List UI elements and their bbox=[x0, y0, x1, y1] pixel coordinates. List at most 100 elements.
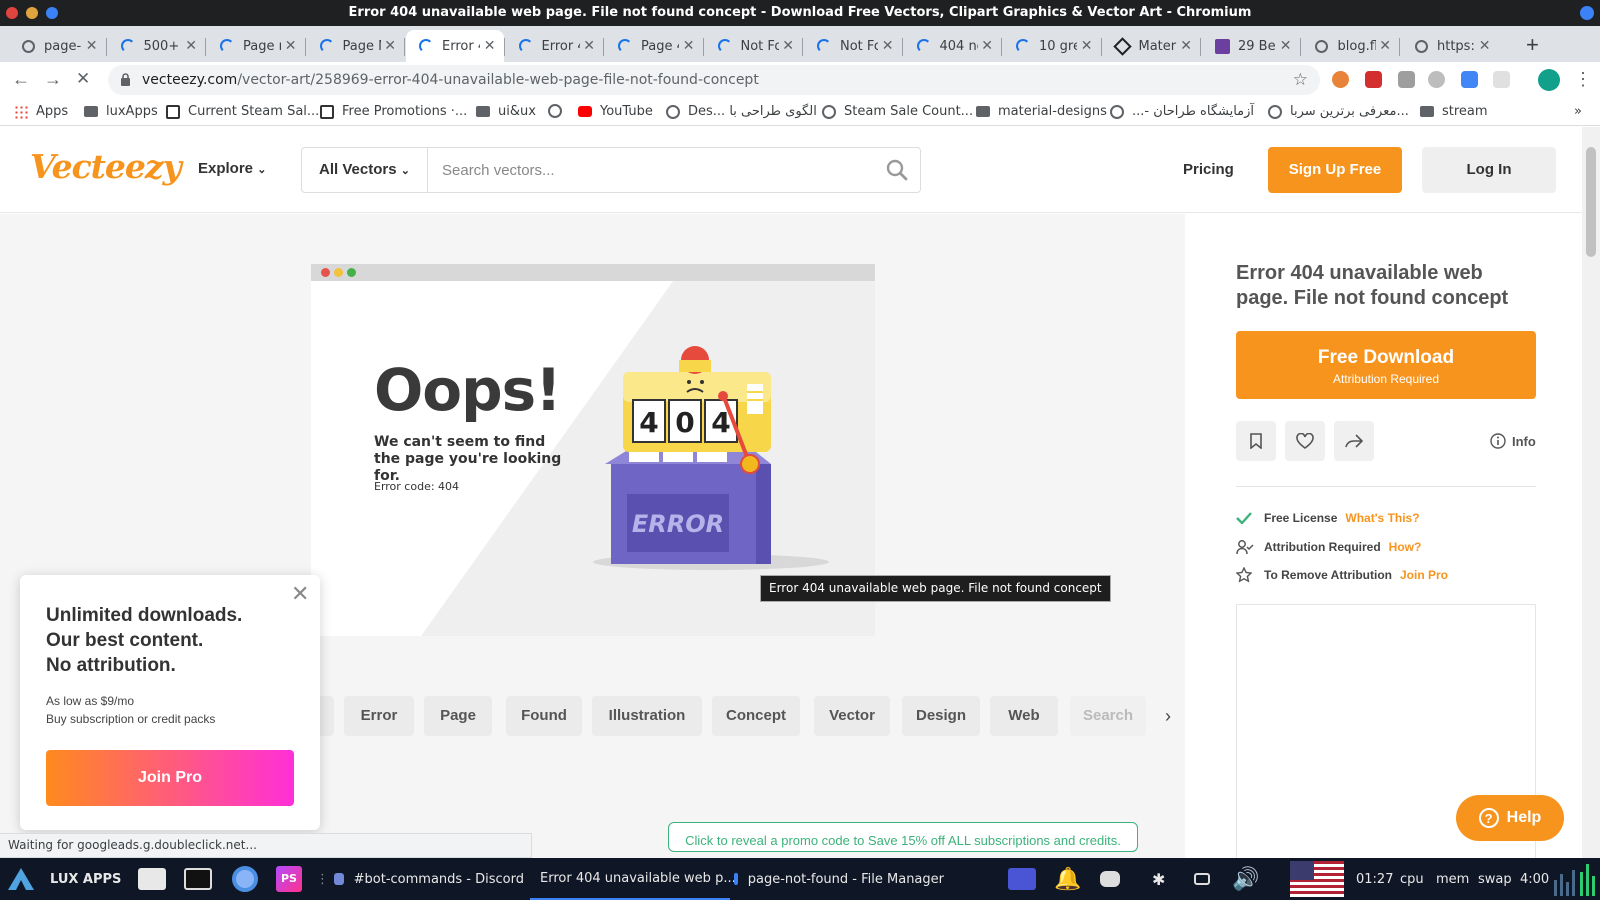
phpstorm-icon[interactable]: PS bbox=[276, 858, 302, 900]
bookmark-item[interactable]: Des... الگوی طراحی با bbox=[666, 104, 817, 119]
bookmark-button[interactable] bbox=[1236, 421, 1276, 461]
close-tab-icon[interactable]: ✕ bbox=[882, 38, 894, 54]
tag-chip[interactable]: Error bbox=[344, 696, 414, 736]
browser-tab[interactable]: Mater ✕ bbox=[1103, 30, 1201, 62]
tag-chip[interactable]: Web bbox=[990, 696, 1058, 736]
workspace-icon[interactable] bbox=[1008, 858, 1036, 900]
close-tab-icon[interactable]: ✕ bbox=[981, 38, 993, 54]
promo-code-banner[interactable]: Click to reveal a promo code to Save 15%… bbox=[668, 822, 1138, 852]
browser-tab[interactable]: Not Fo ✕ bbox=[705, 30, 803, 62]
close-tab-icon[interactable]: ✕ bbox=[1280, 38, 1292, 54]
volume-icon[interactable]: 🔊 bbox=[1232, 858, 1259, 900]
browser-tab[interactable]: Error 4✕ bbox=[406, 30, 504, 62]
discord-tray-icon[interactable] bbox=[1100, 858, 1120, 900]
mem-meter[interactable]: mem bbox=[1436, 858, 1469, 900]
bookmark-item[interactable]: Current Steam Sal... bbox=[166, 104, 319, 119]
browser-tab[interactable]: https:/✕ bbox=[1401, 30, 1499, 62]
battery-time[interactable]: 4:00 bbox=[1520, 858, 1549, 900]
browser-tab[interactable]: blog.fl ✕ bbox=[1302, 30, 1400, 62]
url-text[interactable]: vecteezy.com/vector-art/258969-error-404… bbox=[142, 72, 759, 88]
bookmark-item[interactable]: material-designs bbox=[976, 104, 1107, 119]
join-pro-link[interactable]: Join Pro bbox=[1400, 568, 1448, 582]
taskbar-task[interactable]: page-not-found - File Manager bbox=[734, 858, 944, 900]
stop-loading-icon[interactable]: ✕ bbox=[76, 69, 90, 89]
search-icon[interactable] bbox=[886, 159, 908, 186]
lock-icon[interactable] bbox=[120, 73, 131, 91]
close-tab-icon[interactable]: ✕ bbox=[384, 38, 396, 54]
join-pro-button[interactable]: Join Pro bbox=[46, 750, 294, 806]
extension-icon[interactable] bbox=[1365, 71, 1382, 88]
more-bookmarks-icon[interactable]: » bbox=[1574, 104, 1582, 119]
launcher-button[interactable]: LUX APPS bbox=[6, 858, 121, 900]
bookmark-item[interactable]: ...- آزمایشگاه طراحان bbox=[1110, 104, 1254, 119]
close-icon[interactable]: ✕ bbox=[291, 581, 309, 607]
extension-icon[interactable] bbox=[1428, 71, 1445, 88]
browser-tab[interactable]: 404 nc✕ bbox=[904, 30, 1002, 62]
browser-tab[interactable]: Page N✕ bbox=[307, 30, 405, 62]
bookmark-star-icon[interactable]: ☆ bbox=[1293, 70, 1308, 90]
close-tab-icon[interactable]: ✕ bbox=[484, 38, 496, 54]
vecteezy-logo[interactable]: Vecteezy bbox=[30, 147, 182, 186]
bluetooth-icon[interactable]: ✱ bbox=[1152, 858, 1165, 900]
close-tab-icon[interactable]: ✕ bbox=[285, 38, 297, 54]
chromium-icon[interactable] bbox=[232, 858, 258, 900]
pricing-link[interactable]: Pricing bbox=[1183, 161, 1234, 178]
browser-tab[interactable]: 29 Bes✕ bbox=[1202, 30, 1300, 62]
bookmark-item[interactable]: ui&ux bbox=[476, 104, 536, 119]
whats-this-link[interactable]: What's This? bbox=[1345, 511, 1419, 525]
bookmark-item[interactable]: Free Promotions ·... bbox=[320, 104, 467, 119]
close-tab-icon[interactable]: ✕ bbox=[1479, 38, 1491, 54]
browser-tab[interactable]: Not Fo ✕ bbox=[804, 30, 902, 62]
close-tab-icon[interactable]: ✕ bbox=[1379, 38, 1391, 54]
close-tab-icon[interactable]: ✕ bbox=[1180, 38, 1192, 54]
bookmark-item[interactable]: معرفی برترین سربا... bbox=[1268, 104, 1409, 119]
extension-icon[interactable] bbox=[1493, 71, 1510, 88]
bookmark-item[interactable]: Steam Sale Count... bbox=[822, 104, 973, 119]
chevron-right-icon[interactable]: › bbox=[1165, 706, 1171, 727]
us-flag-icon[interactable] bbox=[1290, 858, 1344, 900]
tag-chip[interactable]: Found bbox=[506, 696, 582, 736]
bookmark-item[interactable]: luxApps bbox=[84, 104, 158, 119]
display-icon[interactable] bbox=[1194, 858, 1210, 900]
browser-tab[interactable]: 10 gre ✕ bbox=[1003, 30, 1101, 62]
back-icon[interactable]: ← bbox=[12, 69, 30, 90]
clock[interactable]: 01:27 bbox=[1356, 858, 1393, 900]
like-button[interactable] bbox=[1285, 421, 1325, 461]
terminal-icon[interactable] bbox=[184, 858, 212, 900]
menu-kebab-icon[interactable]: ⋮ bbox=[1574, 69, 1592, 90]
log-in-button[interactable]: Log In bbox=[1422, 147, 1556, 193]
scrollbar-thumb[interactable] bbox=[1586, 147, 1596, 257]
help-button[interactable]: ? Help bbox=[1456, 795, 1564, 841]
free-download-button[interactable]: Free Download Attribution Required bbox=[1236, 331, 1536, 399]
new-tab-button[interactable]: + bbox=[1526, 32, 1539, 58]
tag-chip[interactable]: Page bbox=[424, 696, 492, 736]
bookmark-item[interactable] bbox=[548, 104, 570, 118]
close-tab-icon[interactable]: ✕ bbox=[185, 38, 197, 54]
share-button[interactable] bbox=[1334, 421, 1374, 461]
taskbar-task[interactable]: Error 404 unavailable web p... bbox=[530, 858, 736, 900]
tag-chip[interactable]: Vector bbox=[814, 696, 890, 736]
bookmark-item[interactable]: stream bbox=[1420, 104, 1488, 119]
search-input[interactable] bbox=[442, 159, 862, 181]
browser-tab[interactable]: page-r✕ bbox=[8, 30, 106, 62]
extension-icon[interactable] bbox=[1332, 71, 1349, 88]
close-tab-icon[interactable]: ✕ bbox=[86, 38, 98, 54]
translate-extension-icon[interactable] bbox=[1461, 71, 1478, 88]
browser-tab[interactable]: Page n✕ bbox=[207, 30, 305, 62]
swap-meter[interactable]: swap bbox=[1478, 858, 1512, 900]
browser-tab[interactable]: Error 4✕ bbox=[506, 30, 604, 62]
close-tab-icon[interactable]: ✕ bbox=[782, 38, 794, 54]
browser-tab[interactable]: 500+ 4✕ bbox=[108, 30, 206, 62]
sign-up-button[interactable]: Sign Up Free bbox=[1268, 147, 1402, 193]
tag-chip-partial[interactable] bbox=[318, 696, 334, 736]
how-link[interactable]: How? bbox=[1389, 540, 1422, 554]
cpu-meter[interactable]: cpu bbox=[1400, 858, 1424, 900]
taskbar-task[interactable]: #bot-commands - Discord bbox=[334, 858, 524, 900]
tag-chip[interactable]: Design bbox=[902, 696, 980, 736]
browser-tab[interactable]: Page 4✕ bbox=[605, 30, 703, 62]
forward-icon[interactable]: → bbox=[44, 69, 62, 90]
info-button[interactable]: Info bbox=[1490, 433, 1536, 449]
close-tab-icon[interactable]: ✕ bbox=[583, 38, 595, 54]
close-tab-icon[interactable]: ✕ bbox=[1081, 38, 1093, 54]
explore-menu[interactable]: Explore ⌄ bbox=[198, 160, 266, 177]
